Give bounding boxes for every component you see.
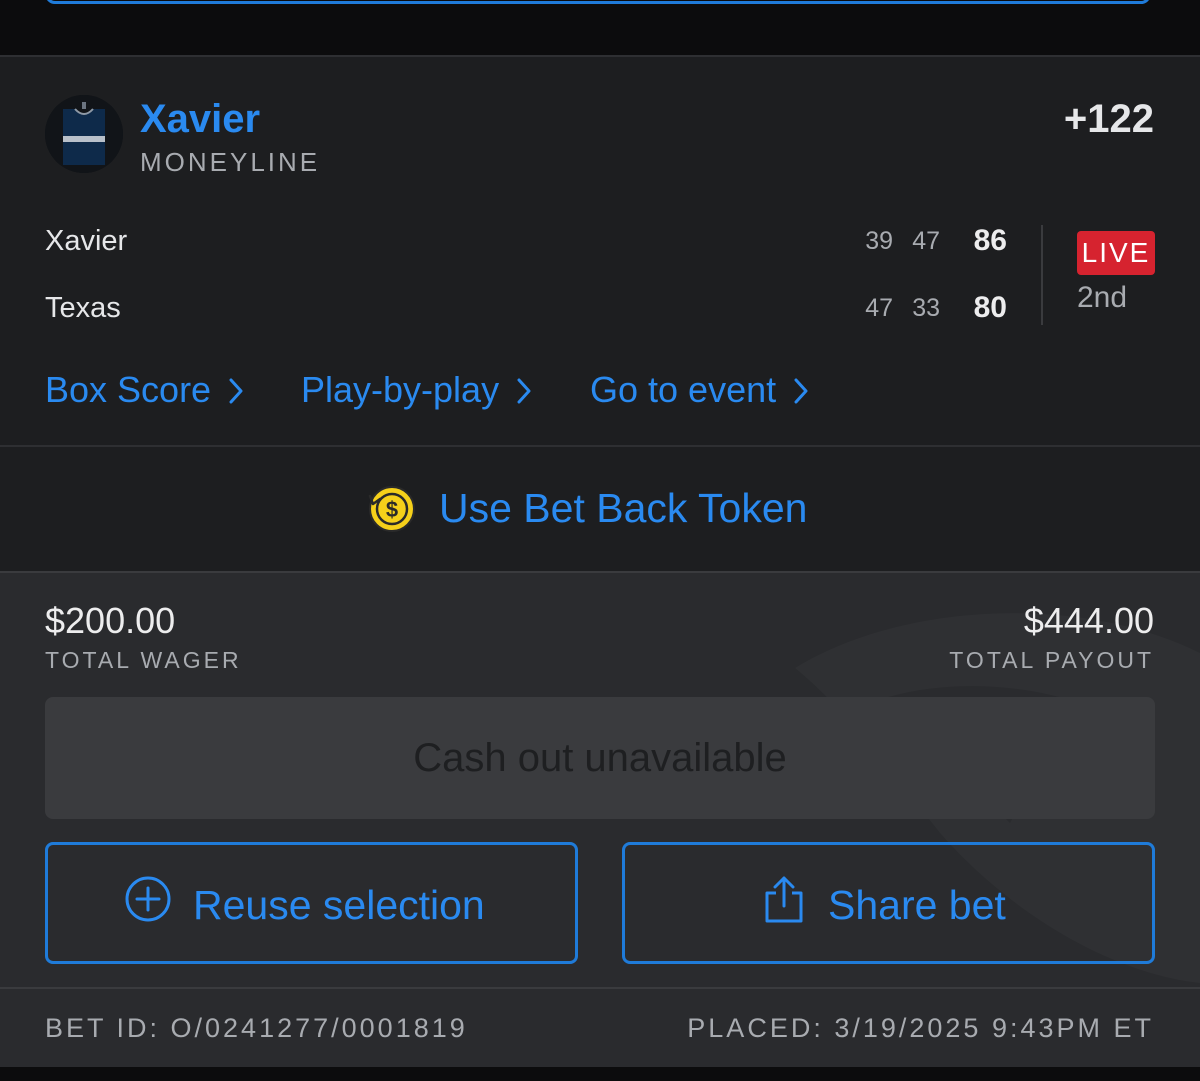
odds-value: +122	[1063, 97, 1154, 141]
use-bet-back-token-label: Use Bet Back Token	[439, 485, 808, 531]
play-by-play-link[interactable]: Play-by-play	[301, 365, 531, 417]
score-period-1: 47	[865, 294, 893, 322]
bet-meta-footer: BET ID: O/0241277/0001819 PLACED: 3/19/2…	[0, 987, 1200, 1067]
plus-circle-icon	[124, 875, 172, 928]
box-score-link[interactable]: Box Score	[45, 365, 243, 417]
wager-section: $200.00 TOTAL WAGER $444.00 TOTAL PAYOUT…	[0, 571, 1200, 987]
svg-text:$: $	[386, 497, 398, 522]
chevron-right-icon	[517, 367, 531, 417]
scoreboard-team: Texas	[45, 292, 121, 324]
jersey-icon	[45, 95, 123, 173]
go-to-event-label: Go to event	[590, 369, 777, 410]
total-wager-amount: $200.00	[45, 600, 176, 641]
chevron-right-icon	[229, 367, 243, 417]
score-total: 86	[973, 224, 1007, 257]
reuse-selection-button[interactable]: Reuse selection	[45, 842, 578, 964]
score-period-1: 39	[865, 227, 893, 255]
box-score-label: Box Score	[45, 369, 212, 410]
bet-back-token-icon: $	[365, 484, 417, 539]
go-to-event-link[interactable]: Go to event	[590, 365, 808, 417]
placed-timestamp: PLACED: 3/19/2025 9:43PM ET	[687, 1013, 1154, 1043]
share-bet-label: Share bet	[828, 882, 1006, 928]
share-icon	[763, 875, 805, 930]
bet-type-label: MONEYLINE	[140, 147, 321, 177]
score-period-2: 33	[912, 294, 940, 322]
total-payout-label: TOTAL PAYOUT	[949, 647, 1154, 673]
play-by-play-label: Play-by-play	[301, 369, 500, 410]
total-payout-amount: $444.00	[1023, 600, 1154, 641]
game-period: 2nd	[1077, 281, 1128, 314]
scoreboard-divider	[1041, 225, 1043, 325]
scoreboard-row: Texas 47 33 80	[45, 288, 1007, 328]
reuse-selection-label: Reuse selection	[193, 882, 485, 928]
scoreboard-team: Xavier	[45, 225, 128, 257]
bet-back-token-bar: $ Use Bet Back Token	[0, 445, 1200, 571]
cash-out-button: Cash out unavailable	[45, 697, 1155, 819]
score-period-2: 47	[912, 227, 940, 255]
bet-detail-page: Xavier MONEYLINE +122 Xavier 39 47 86 Te…	[0, 0, 1200, 1081]
total-wager-label: TOTAL WAGER	[45, 647, 242, 673]
bet-id: BET ID: O/0241277/0001819	[45, 1013, 468, 1043]
selected-team-name: Xavier	[140, 97, 261, 141]
next-card-edge	[0, 1067, 1200, 1081]
scoreboard-row: Xavier 39 47 86	[45, 221, 1007, 261]
share-bet-button[interactable]: Share bet	[622, 842, 1155, 964]
previous-button-edge[interactable]	[45, 0, 1151, 4]
chevron-right-icon	[794, 367, 808, 417]
score-total: 80	[973, 291, 1007, 324]
live-badge: LIVE	[1077, 231, 1155, 275]
bet-selection-card: Xavier MONEYLINE +122 Xavier 39 47 86 Te…	[0, 55, 1200, 445]
